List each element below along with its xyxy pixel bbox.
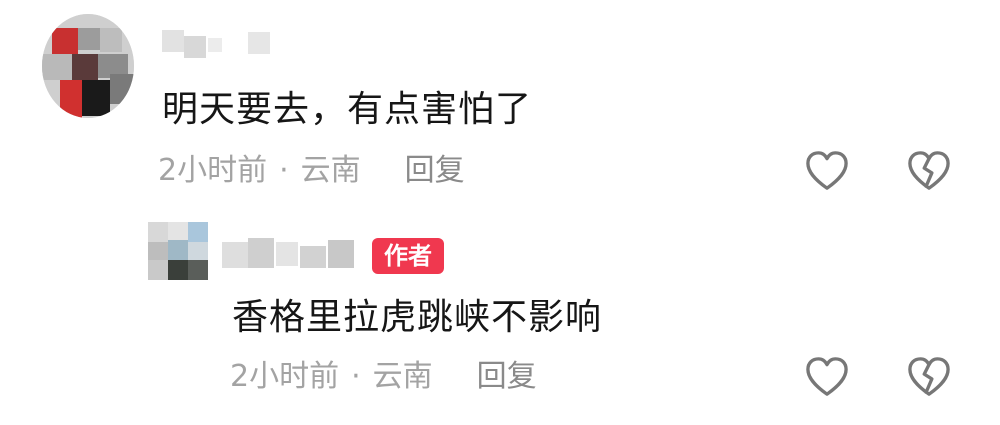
broken-heart-icon bbox=[908, 151, 950, 190]
heart-icon bbox=[806, 151, 848, 190]
reply-button[interactable]: 回复 bbox=[477, 362, 537, 392]
meta-separator: · bbox=[279, 153, 289, 188]
reply-location: 云南 bbox=[372, 359, 433, 394]
author-badge: 作者 bbox=[372, 238, 444, 274]
dislike-button[interactable] bbox=[906, 150, 952, 192]
reply-time: 2小时前 bbox=[230, 359, 340, 394]
reply-meta: 2小时前 · 云南 回复 bbox=[230, 362, 537, 392]
broken-heart-icon bbox=[908, 357, 950, 396]
dislike-button[interactable] bbox=[906, 356, 952, 398]
reply-button[interactable]: 回复 bbox=[405, 156, 465, 186]
author-username-blurred[interactable] bbox=[222, 236, 362, 276]
author-avatar[interactable] bbox=[148, 222, 208, 280]
like-button[interactable] bbox=[804, 150, 850, 192]
reply-text: 香格里拉虎跳峡不影响 bbox=[232, 297, 603, 338]
user-avatar[interactable] bbox=[42, 14, 134, 118]
comment-meta: 2小时前 · 云南 回复 bbox=[158, 156, 465, 186]
comment-location: 云南 bbox=[300, 153, 361, 188]
comment-thread: 明天要去，有点害怕了 2小时前 · 云南 回复 作者 香格里拉虎跳峡不影响 2小… bbox=[0, 0, 1000, 425]
username-blurred[interactable] bbox=[162, 24, 292, 64]
meta-separator: · bbox=[351, 359, 361, 394]
like-button[interactable] bbox=[804, 356, 850, 398]
comment-time: 2小时前 bbox=[158, 153, 268, 188]
comment-text: 明天要去，有点害怕了 bbox=[162, 89, 533, 130]
heart-icon bbox=[806, 357, 848, 396]
